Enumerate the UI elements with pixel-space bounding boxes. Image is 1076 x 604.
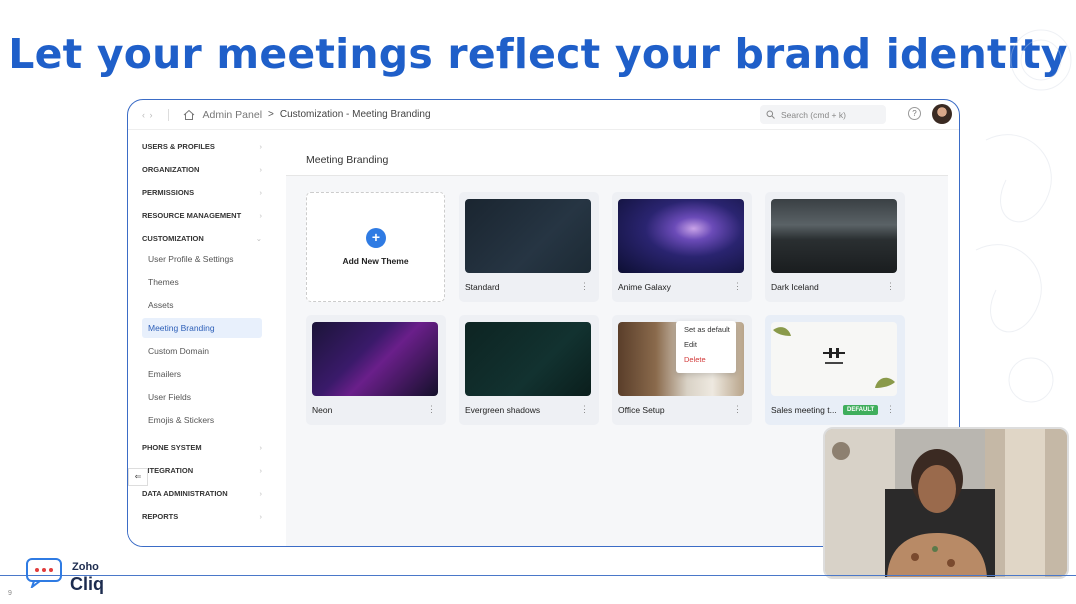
breadcrumb-separator: > (268, 109, 274, 120)
chat-bubble-icon (26, 558, 62, 588)
search-input[interactable]: Search (cmd + k) (760, 105, 886, 124)
more-options-icon[interactable]: ⋮ (886, 281, 895, 292)
theme-label: Neon (312, 405, 333, 415)
chevron-down-icon: ⌄ (255, 234, 262, 243)
menu-item-set-default[interactable]: Set as default (684, 325, 730, 334)
theme-card-neon[interactable]: Neon ⋮ (306, 315, 446, 425)
sidebar-item-emojis-stickers[interactable]: Emojis & Stickers (142, 410, 262, 430)
theme-thumbnail (312, 322, 438, 396)
theme-label: Dark Iceland (771, 282, 819, 292)
theme-card-dark-iceland[interactable]: Dark Iceland ⋮ (765, 192, 905, 302)
plus-icon: + (366, 228, 386, 248)
decorative-pattern (975, 29, 1072, 403)
default-badge: DEFAULT (843, 405, 879, 415)
breadcrumb-current: Customization - Meeting Branding (279, 109, 431, 120)
theme-card-anime-galaxy[interactable]: Anime Galaxy ⋮ (612, 192, 752, 302)
chevron-right-icon: › (259, 443, 263, 452)
theme-card-standard[interactable]: Standard ⋮ (459, 192, 599, 302)
chevron-right-icon: › (259, 165, 263, 174)
sidebar-item-data-administration[interactable]: DATA ADMINISTRATION › (142, 489, 262, 498)
nav-arrows-icon[interactable]: ‹ › (142, 110, 154, 120)
theme-context-menu: Set as default Edit Delete (676, 321, 736, 373)
brand-zoho: Zoho (72, 561, 99, 573)
menu-item-delete[interactable]: Delete (684, 355, 706, 364)
sidebar-item-reports[interactable]: REPORTS › (142, 512, 262, 521)
chevron-right-icon: › (259, 489, 263, 498)
sidebar-item-users-profiles[interactable]: USERS & PROFILES › (142, 142, 262, 151)
search-icon (766, 110, 775, 119)
chevron-right-icon: › (259, 188, 263, 197)
search-placeholder: Search (cmd + k) (781, 109, 846, 120)
chevron-right-icon: › (259, 512, 263, 521)
breadcrumb-root[interactable]: Admin Panel (203, 109, 263, 121)
sidebar: USERS & PROFILES › ORGANIZATION › PERMISSI… (128, 130, 276, 546)
page-number: 9 (8, 590, 12, 597)
more-options-icon[interactable]: ⋮ (427, 404, 436, 415)
sidebar-item-permissions[interactable]: PERMISSIONS › (142, 188, 262, 197)
add-new-theme-card[interactable]: + Add New Theme (306, 192, 445, 302)
add-new-theme-label: Add New Theme (342, 256, 409, 266)
theme-label: Anime Galaxy (618, 282, 671, 292)
footer-divider (0, 575, 1076, 576)
more-options-icon[interactable]: ⋮ (580, 404, 589, 415)
sidebar-item-themes[interactable]: Themes (142, 272, 262, 292)
sidebar-item-phone-system[interactable]: PHONE SYSTEM › (142, 443, 262, 452)
theme-card-sales-meeting[interactable]: Sales meeting t... DEFAULT ⋮ (765, 315, 905, 425)
more-options-icon[interactable]: ⋮ (733, 404, 742, 415)
sidebar-item-assets[interactable]: Assets (142, 295, 262, 315)
sidebar-item-resource-management[interactable]: RESOURCE MANAGEMENT › (142, 211, 262, 220)
slide-headline: Let your meetings reflect your brand ide… (8, 30, 1068, 78)
sidebar-item-user-profile-settings[interactable]: User Profile & Settings (142, 249, 262, 269)
theme-label: Evergreen shadows (465, 405, 541, 415)
sidebar-item-custom-domain[interactable]: Custom Domain (142, 341, 262, 361)
theme-thumbnail (465, 322, 591, 396)
page-title: Meeting Branding (286, 144, 948, 176)
theme-label: Sales meeting t... (771, 405, 837, 415)
sidebar-item-integration[interactable]: INTEGRATION › (142, 466, 262, 475)
more-options-icon[interactable]: ⋮ (733, 281, 742, 292)
sidebar-item-customization[interactable]: CUSTOMIZATION ⌄ (142, 234, 262, 243)
theme-thumbnail (465, 199, 591, 273)
chevron-right-icon: › (259, 211, 263, 220)
more-options-icon[interactable]: ⋮ (580, 281, 589, 292)
sidebar-item-meeting-branding[interactable]: Meeting Branding (142, 318, 262, 338)
theme-thumbnail (618, 199, 744, 273)
sidebar-item-emailers[interactable]: Emailers (142, 364, 262, 384)
brand-cliq: Cliq (70, 574, 104, 594)
sidebar-item-user-fields[interactable]: User Fields (142, 387, 262, 407)
wayne-logo-thumbnail (773, 327, 895, 388)
help-icon[interactable]: ? (908, 107, 921, 120)
menu-item-edit[interactable]: Edit (684, 340, 697, 349)
chevron-right-icon: › (259, 142, 263, 151)
divider (167, 108, 169, 121)
theme-label: Office Setup (618, 405, 665, 415)
theme-thumbnail (771, 322, 897, 396)
top-bar: ‹ › Admin Panel > Customization - Meetin… (128, 100, 959, 130)
presenter-webcam (823, 427, 1069, 579)
more-options-icon[interactable]: ⋮ (886, 404, 895, 415)
theme-thumbnail (771, 199, 897, 273)
chevron-right-icon: › (259, 466, 263, 475)
home-icon[interactable] (183, 109, 195, 121)
collapse-sidebar-icon[interactable]: ⇐ (128, 468, 148, 486)
presenter-video-feed (825, 429, 1067, 577)
avatar[interactable] (932, 104, 952, 124)
slide: { "slide": { "headline": "Let your meeti… (0, 0, 1076, 604)
theme-label: Standard (465, 282, 500, 292)
sidebar-item-organization[interactable]: ORGANIZATION › (142, 165, 262, 174)
theme-card-evergreen-shadows[interactable]: Evergreen shadows ⋮ (459, 315, 599, 425)
